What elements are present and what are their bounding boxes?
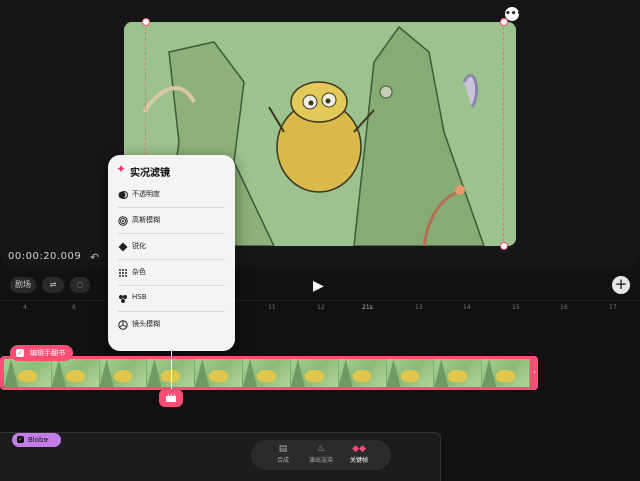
filter-option-label: HSB — [132, 293, 147, 301]
filter-option-sharpen[interactable]: 锐化 — [108, 234, 235, 260]
clip-thumbnail — [386, 359, 435, 387]
crop-handle-bottom-right[interactable] — [500, 242, 508, 250]
timeline-ruler — [0, 300, 640, 301]
tab-render[interactable]: ♨ 演出渲染 — [301, 443, 341, 467]
clip-thumbnail — [338, 359, 387, 387]
sharpen-icon — [118, 242, 128, 252]
speech-bubble-icon: ◌ — [76, 280, 84, 289]
filter-option-label: 镜头模糊 — [132, 320, 160, 328]
flipbook-clip[interactable] — [0, 356, 538, 390]
noise-icon — [119, 269, 127, 277]
filter-option-label: 锐化 — [132, 242, 146, 250]
chevron-down-icon: ⌄ — [44, 434, 50, 442]
ruler-tick: 15 — [512, 304, 520, 311]
tab-composite[interactable]: ▤ 合成 — [263, 443, 303, 467]
live-filter-popup: ✦ 实况滤镜 不透明度 高斯模糊 锐化 杂色 HSB 镜头模糊 — [108, 155, 235, 351]
clip-trim-handle[interactable]: › — [532, 356, 538, 390]
tab-label: 关键帧 — [349, 457, 368, 464]
more-options-button[interactable]: ••• — [505, 7, 522, 21]
playhead-line — [171, 350, 172, 390]
clip-thumbnails — [4, 359, 530, 387]
gaussian-blur-icon — [118, 216, 128, 226]
clip-thumbnail — [195, 359, 244, 387]
playhead-handle[interactable] — [159, 389, 183, 407]
play-button[interactable]: ▶ — [313, 278, 324, 294]
filter-option-opacity[interactable]: 不透明度 — [108, 182, 235, 208]
filter-option-hsb[interactable]: HSB — [108, 286, 235, 312]
tab-label: 合成 — [276, 457, 289, 464]
popup-title: 实况滤镜 — [130, 168, 170, 179]
ruler-tick: 14 — [463, 304, 471, 311]
clip-thumbnail — [482, 359, 530, 387]
clip-thumbnail — [243, 359, 291, 387]
checkbox-icon: ✓ — [16, 349, 24, 357]
clip-thumbnail — [4, 359, 52, 387]
hsb-icon — [119, 295, 127, 303]
sliders-icon: ⇌ — [49, 280, 57, 289]
keyframe-icon: ◆◆ — [352, 444, 366, 454]
tab-label: 演出渲染 — [308, 457, 333, 464]
adjust-button[interactable]: ⇌ — [42, 277, 64, 293]
filter-option-label: 高斯模糊 — [132, 216, 160, 224]
checkbox-icon: ✓ — [17, 436, 24, 443]
ruler-tick: 16 — [560, 304, 568, 311]
clip-thumbnail — [290, 359, 339, 387]
opacity-icon — [118, 191, 128, 199]
flame-icon: ♨ — [316, 444, 326, 454]
clip-thumbnail — [51, 359, 100, 387]
filter-option-label: 杂色 — [132, 268, 146, 276]
timecode-display: 00:00:20.009 — [8, 251, 82, 262]
crop-handle-top-left[interactable] — [142, 18, 150, 26]
comment-button[interactable]: ◌ — [70, 277, 90, 293]
undo-button[interactable]: ↶ — [90, 251, 99, 264]
clip-thumbnail — [99, 359, 148, 387]
filter-option-gaussian-blur[interactable]: 高斯模糊 — [108, 208, 235, 234]
ruler-tick: 4 — [23, 304, 27, 311]
add-button[interactable]: + — [612, 276, 630, 294]
filter-option-lens-blur[interactable]: 镜头模糊 — [108, 312, 235, 338]
ruler-tick: 6 — [72, 304, 76, 311]
clapperboard-icon — [166, 393, 176, 402]
filter-option-label: 不透明度 — [132, 190, 160, 198]
sparkle-icon: ✦ — [116, 162, 127, 176]
lens-blur-icon — [118, 320, 128, 330]
composite-icon: ▤ — [278, 444, 288, 454]
mode-tabbar: ▤ 合成 ♨ 演出渲染 ◆◆ 关键帧 — [251, 440, 391, 470]
ruler-tick: 11 — [268, 304, 276, 311]
crop-guide-right — [503, 22, 504, 246]
filter-option-noise[interactable]: 杂色 — [108, 260, 235, 286]
clip-thumbnail — [434, 359, 483, 387]
tab-keyframe[interactable]: ◆◆ 关键帧 — [339, 443, 379, 467]
ruler-tick-current: 21s — [362, 304, 373, 311]
ruler-tick: 12 — [317, 304, 325, 311]
scene-button[interactable]: 剧场 — [10, 277, 36, 293]
ruler-tick: 17 — [609, 304, 617, 311]
ruler-tick: 13 — [415, 304, 423, 311]
